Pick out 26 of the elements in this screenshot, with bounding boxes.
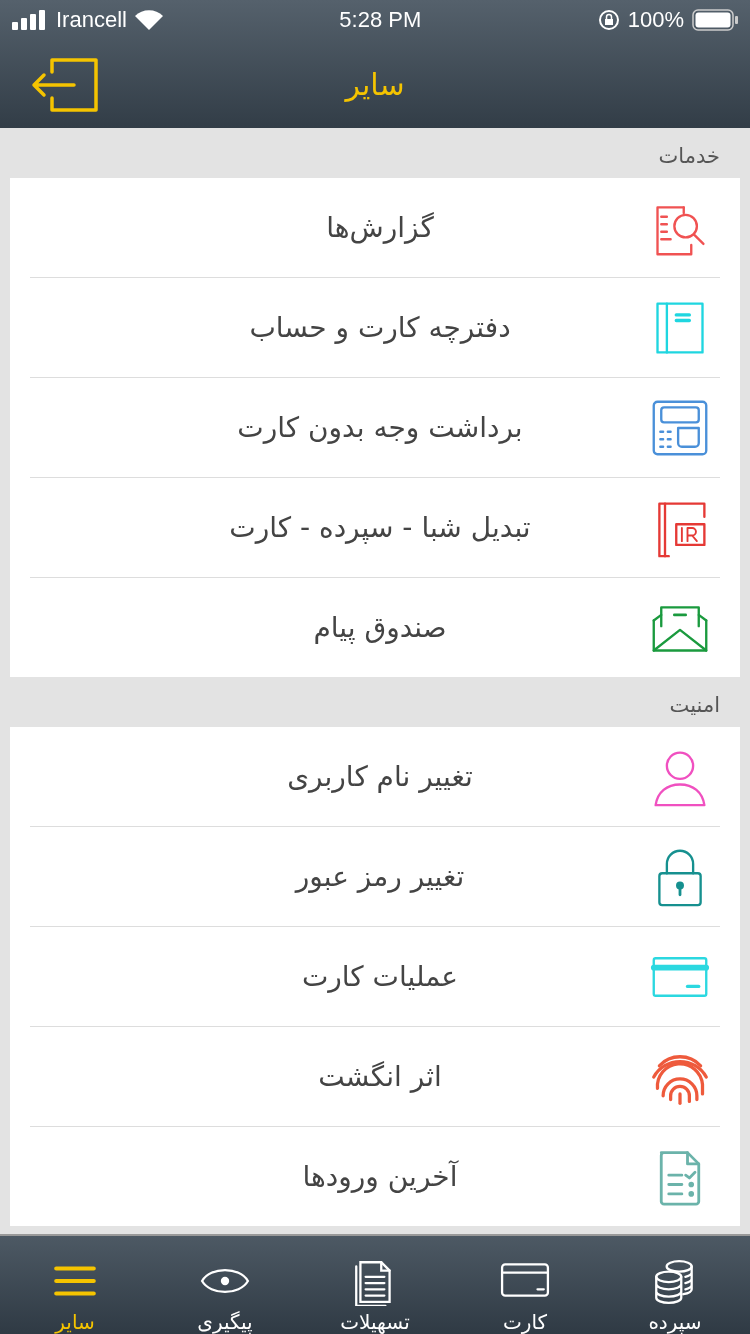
menu-item[interactable]: صندوق پیام	[30, 578, 720, 677]
menu-item[interactable]: تبدیل شبا - سپرده - کارت	[30, 478, 720, 578]
tab[interactable]: سپرده	[600, 1236, 750, 1334]
wifi-icon	[134, 10, 163, 30]
signal-icon	[12, 10, 48, 30]
tab[interactable]: سایر	[0, 1236, 150, 1334]
section-heading: خدمات	[657, 143, 721, 170]
menu-item[interactable]: عملیات کارت	[30, 927, 720, 1027]
menu-item[interactable]: آخرین ورودها	[30, 1127, 720, 1226]
menu-item[interactable]: گزارش‌ها	[30, 178, 720, 278]
screen-title: سایر	[345, 66, 405, 102]
tab[interactable]: پیگیری	[150, 1236, 300, 1334]
menu-item[interactable]: تغییر نام کاربری	[30, 727, 720, 827]
battery-icon	[692, 9, 738, 31]
tab[interactable]: کارت	[450, 1236, 600, 1334]
section-heading: امنیت	[668, 692, 721, 719]
rotation-lock-icon	[597, 9, 620, 31]
logout-button[interactable]	[30, 58, 98, 112]
tab[interactable]: تسهیلات	[300, 1236, 450, 1334]
battery-percent: 100%	[627, 7, 684, 33]
menu-item[interactable]: برداشت وجه بدون کارت	[30, 378, 720, 478]
carrier-name: Irancell	[56, 7, 127, 33]
menu-item[interactable]: دفترچه کارت و حساب	[30, 278, 720, 378]
menu-item[interactable]: اثر انگشت	[30, 1027, 720, 1127]
clock-time: 5:28 PM	[339, 7, 422, 33]
menu-item[interactable]: تغییر رمز عبور	[30, 827, 720, 927]
